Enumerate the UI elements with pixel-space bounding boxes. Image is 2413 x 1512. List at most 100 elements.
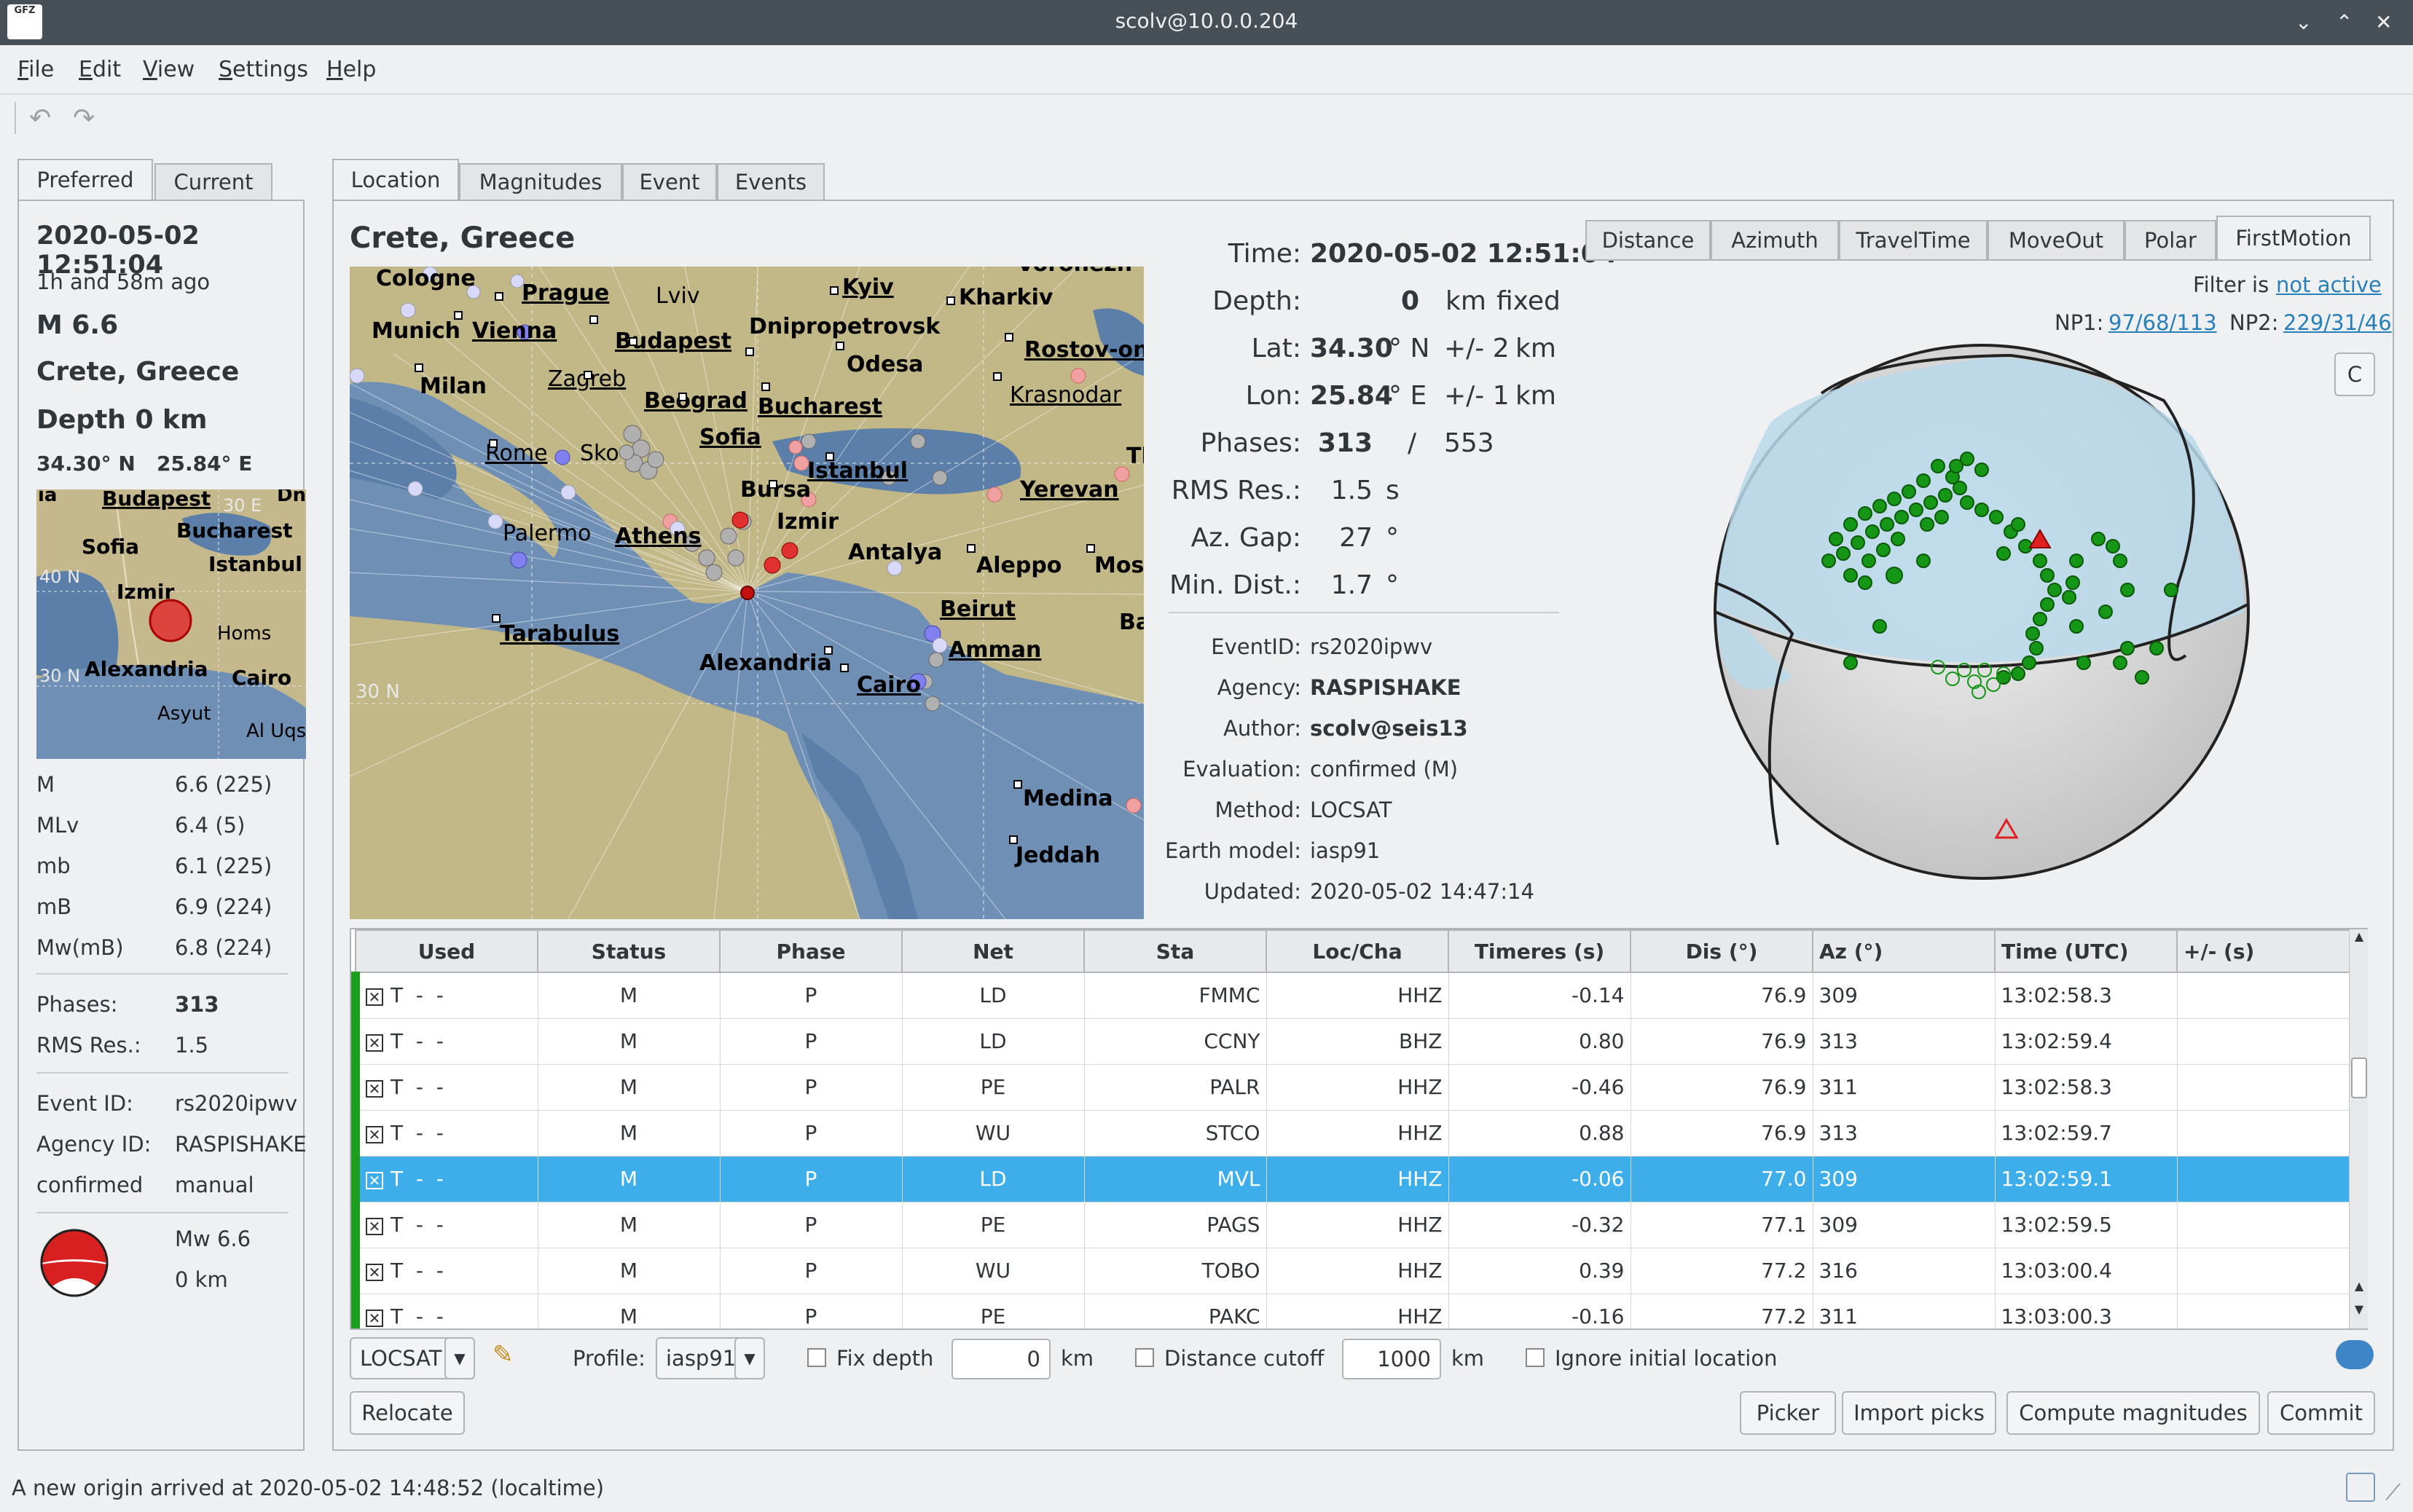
col-used[interactable]: Used xyxy=(355,929,538,973)
scroll-up-icon[interactable]: ▲ xyxy=(2351,929,2367,950)
table-cell-net: WU xyxy=(901,1109,1085,1157)
tab-current[interactable]: Current xyxy=(154,163,272,201)
table-row[interactable]: ✕ T - - M P WU TOBO HHZ 0.39 77.2 316 13:03:00.4 xyxy=(351,1247,2357,1294)
col-sta[interactable]: Sta xyxy=(1083,929,1267,973)
map-label: Mosu xyxy=(1094,553,1144,578)
distance-cutoff-checkbox[interactable] xyxy=(1135,1348,1154,1367)
mindist-value: 1.7 xyxy=(1330,570,1373,600)
np1-link[interactable]: 97/68/113 xyxy=(2108,310,2217,335)
tab-preferred[interactable]: Preferred xyxy=(17,159,153,201)
tab-firstmotion[interactable]: FirstMotion xyxy=(2216,216,2371,261)
tab-azimuth[interactable]: Azimuth xyxy=(1711,220,1839,261)
col-net[interactable]: Net xyxy=(901,929,1085,973)
menu-view[interactable]: View xyxy=(143,57,195,82)
resize-grip-icon[interactable]: ⟋ xyxy=(2385,1480,2401,1505)
table-row[interactable]: ✕ T - - M P LD CCNY BHZ 0.80 76.9 313 13:02:59.4 xyxy=(351,1017,2357,1065)
tab-events[interactable]: Events xyxy=(717,163,825,201)
map-label: Kyiv xyxy=(842,275,894,300)
arrival-table[interactable]: Used Status Phase Net Sta Loc/Cha Timere… xyxy=(350,928,2368,1330)
table-row[interactable]: ✕ T - - M P LD FMMC HHZ -0.14 76.9 309 13:02:58.3 xyxy=(351,972,2357,1019)
maximize-icon[interactable]: ⌃ xyxy=(2336,10,2353,34)
col-phase[interactable]: Phase xyxy=(719,929,903,973)
locator-dropdown-icon[interactable]: ▼ xyxy=(444,1337,475,1379)
minimize-icon[interactable]: ⌄ xyxy=(2295,10,2312,34)
menu-settings[interactable]: Settings xyxy=(219,57,308,82)
col-uncertainty[interactable]: +/- (s) xyxy=(2176,929,2357,973)
map-label: Amman xyxy=(949,637,1041,663)
plot-options-button[interactable]: C xyxy=(2334,353,2375,396)
fix-depth-input[interactable]: 0 xyxy=(952,1339,1051,1379)
map-label: Voronezh xyxy=(1017,267,1132,277)
distance-cutoff-input[interactable]: 1000 xyxy=(1342,1339,1441,1379)
filter-status-link[interactable]: not active xyxy=(2276,272,2382,297)
tab-polar[interactable]: Polar xyxy=(2124,220,2216,261)
rms-value: 1.5 xyxy=(1330,476,1373,505)
location-map[interactable]: Cologne Prague Lviv Kyiv Kharkiv Voronez… xyxy=(350,267,1144,919)
import-picks-button[interactable]: Import picks xyxy=(1842,1391,1996,1435)
lon-unit: ° E xyxy=(1389,381,1427,411)
used-checkbox[interactable]: ✕ xyxy=(366,1264,383,1281)
menu-bar: File Edit View Settings Help xyxy=(0,45,2413,93)
tab-magnitudes[interactable]: Magnitudes xyxy=(459,163,622,201)
event-id-label: Event ID: xyxy=(36,1091,133,1116)
col-loccha[interactable]: Loc/Cha xyxy=(1266,929,1449,973)
map-label: Odesa xyxy=(847,352,923,377)
divider xyxy=(36,973,289,974)
used-checkbox[interactable]: ✕ xyxy=(366,1172,383,1189)
col-az[interactable]: Az (°) xyxy=(1812,929,1996,973)
mini-map[interactable]: Budapest Sofia Bucharest Istanbul Izmir … xyxy=(36,489,306,759)
menu-help[interactable]: Help xyxy=(326,57,376,82)
menu-file[interactable]: File xyxy=(17,57,54,82)
profile-dropdown-icon[interactable]: ▼ xyxy=(734,1337,765,1379)
ignore-initial-location-checkbox[interactable] xyxy=(1526,1348,1545,1367)
used-checkbox[interactable]: ✕ xyxy=(366,1126,383,1143)
compute-magnitudes-button[interactable]: Compute magnitudes xyxy=(2006,1391,2260,1435)
table-cell-used: ✕ T - - xyxy=(351,1063,538,1111)
tab-traveltime[interactable]: TravelTime xyxy=(1839,220,1988,261)
table-cell-cha: HHZ xyxy=(1266,1201,1449,1248)
used-checkbox[interactable]: ✕ xyxy=(366,1034,383,1052)
table-scrollbar[interactable]: ▲ ▲ ▼ xyxy=(2349,929,2368,1328)
status-indicator-icon xyxy=(2346,1473,2375,1502)
scroll-down-icon[interactable]: ▼ xyxy=(2351,1302,2367,1323)
table-cell-az: 313 xyxy=(1812,1109,1996,1157)
table-row[interactable]: ✕ T - - M P WU STCO HHZ 0.88 76.9 313 13:02:59.7 xyxy=(351,1109,2357,1157)
table-row[interactable]: ✕ T - - M P PE PAKC HHZ -0.16 77.2 311 13:03:00.3 xyxy=(351,1293,2357,1328)
used-checkbox[interactable]: ✕ xyxy=(366,1218,383,1235)
first-motion-plot[interactable] xyxy=(1705,342,2259,899)
scroll-thumb[interactable] xyxy=(2351,1058,2367,1098)
tab-moveout[interactable]: MoveOut xyxy=(1988,220,2124,261)
tab-distance[interactable]: Distance xyxy=(1585,220,1711,261)
mini-map-label: 30 E xyxy=(223,495,262,516)
col-status[interactable]: Status xyxy=(537,929,721,973)
redo-icon[interactable]: ↷ xyxy=(73,103,95,133)
table-row[interactable]: ✕ T - - M P LD MVL HHZ -0.06 77.0 309 13:02:59.1 xyxy=(351,1155,2357,1202)
comment-icon[interactable] xyxy=(2336,1340,2374,1369)
used-checkbox[interactable]: ✕ xyxy=(366,988,383,1007)
picker-button[interactable]: Picker xyxy=(1740,1391,1836,1435)
table-row[interactable]: ✕ T - - M P PE PALR HHZ -0.46 76.9 311 13:02:58.3 xyxy=(351,1063,2357,1111)
col-timeres[interactable]: Timeres (s) xyxy=(1448,929,1631,973)
table-cell-unc xyxy=(2176,1201,2357,1248)
tab-event[interactable]: Event xyxy=(622,163,717,201)
close-icon[interactable]: ✕ xyxy=(2375,10,2392,34)
table-cell-unc xyxy=(2176,1063,2357,1111)
undo-icon[interactable]: ↶ xyxy=(29,103,51,133)
col-time[interactable]: Time (UTC) xyxy=(1994,929,2178,973)
used-flags: T - - xyxy=(391,1304,444,1328)
fix-depth-checkbox[interactable] xyxy=(807,1348,826,1367)
relocate-button[interactable]: Relocate xyxy=(350,1391,465,1435)
table-row[interactable]: ✕ T - - M P PE PAGS HHZ -0.32 77.1 309 13:02:59.5 xyxy=(351,1201,2357,1248)
table-cell-res: -0.14 xyxy=(1448,972,1631,1019)
commit-button[interactable]: Commit xyxy=(2267,1391,2375,1435)
used-checkbox[interactable]: ✕ xyxy=(366,1080,383,1098)
evaluation-value: confirmed (M) xyxy=(1310,757,1459,781)
scroll-up-icon[interactable]: ▲ xyxy=(2351,1279,2367,1299)
table-cell-dis: 77.2 xyxy=(1630,1293,1813,1328)
tab-location[interactable]: Location xyxy=(332,159,459,201)
menu-edit[interactable]: Edit xyxy=(79,57,121,82)
used-checkbox[interactable]: ✕ xyxy=(366,1310,383,1327)
np2-link[interactable]: 229/31/46 xyxy=(2283,310,2392,335)
locator-settings-icon[interactable]: ✎ xyxy=(493,1340,514,1369)
col-dis[interactable]: Dis (°) xyxy=(1630,929,1813,973)
